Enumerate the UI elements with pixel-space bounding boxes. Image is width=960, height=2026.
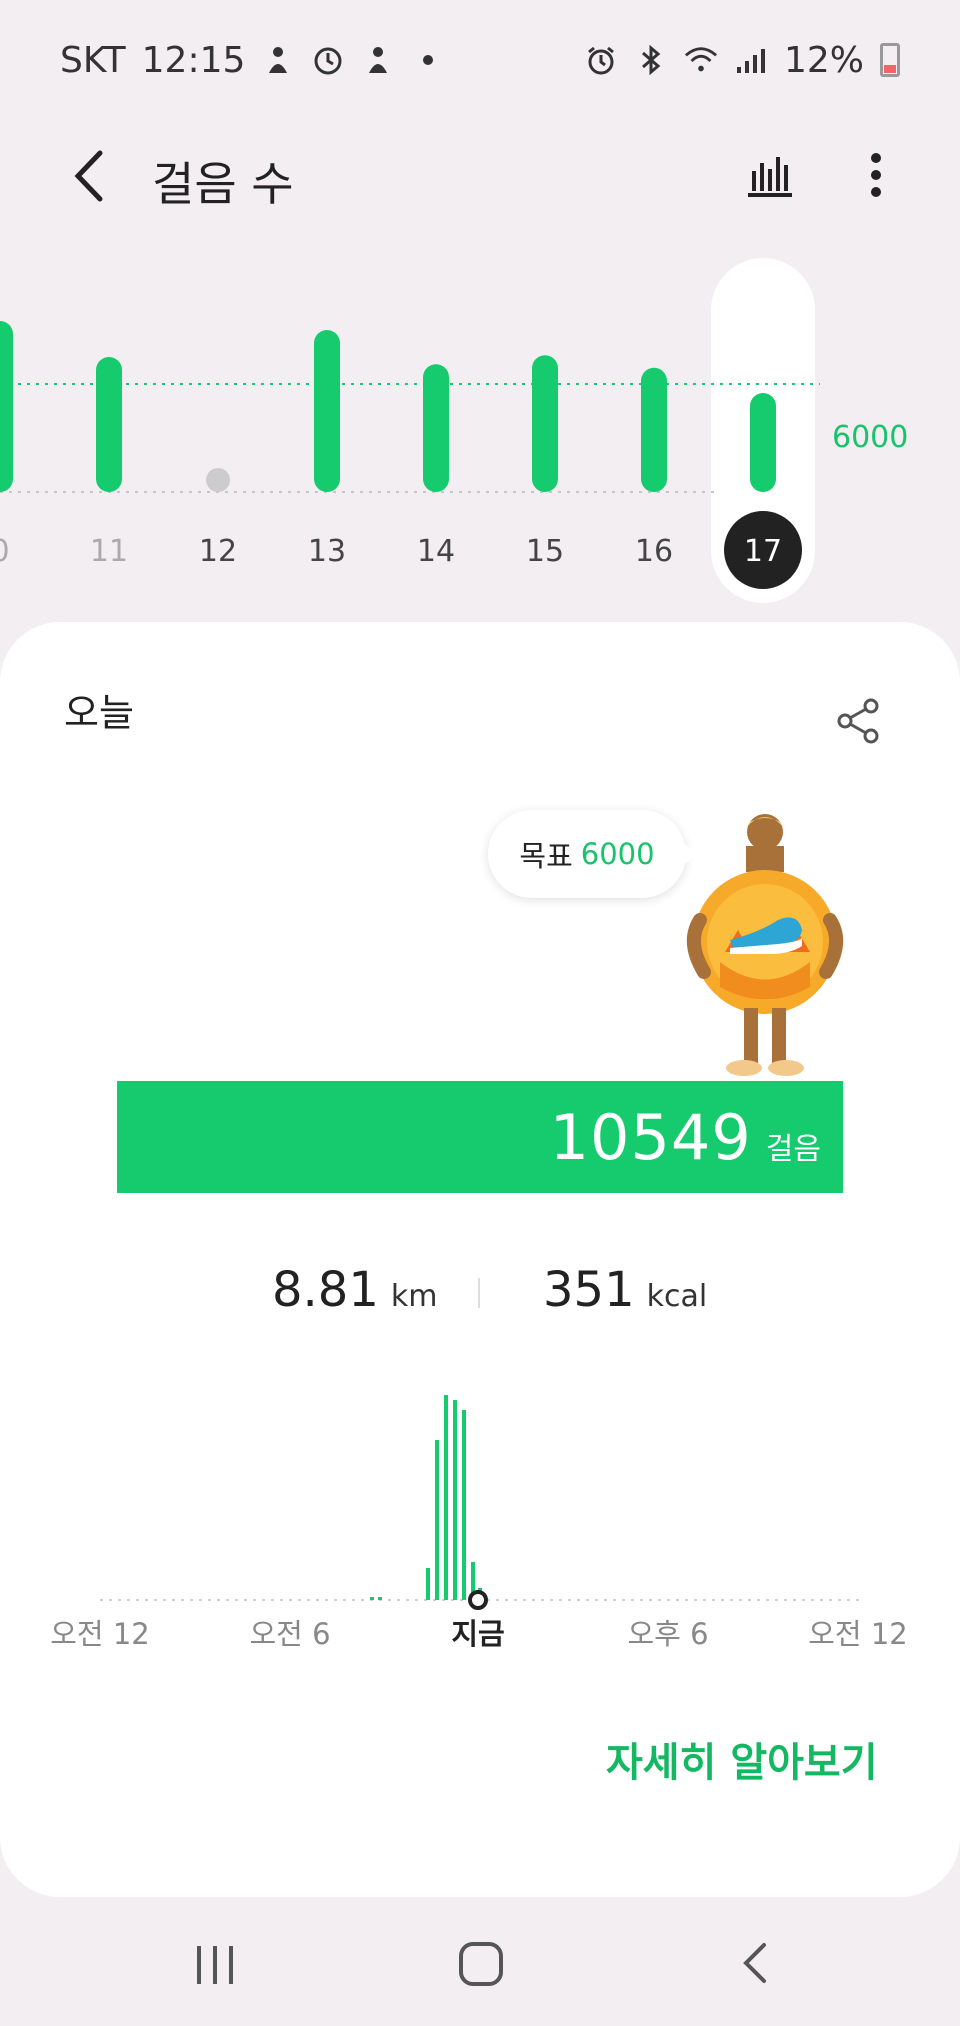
trends-button[interactable] (740, 145, 800, 205)
day-label[interactable]: 11 (90, 534, 128, 569)
chevron-left-icon (74, 150, 103, 202)
battery-icon (880, 43, 900, 77)
hourly-axis-label: 오전 12 (50, 1617, 149, 1651)
day-bar[interactable] (532, 355, 558, 492)
wifi-icon (684, 43, 718, 77)
hourly-bar (435, 1440, 439, 1600)
hourly-bar (370, 1597, 374, 1600)
activity-icon (261, 43, 295, 77)
day-label[interactable]: 16 (635, 534, 673, 569)
more-vertical-icon (871, 153, 881, 197)
nav-back-button[interactable] (730, 1938, 780, 1988)
timer-icon (311, 43, 345, 77)
day-bar[interactable] (750, 393, 776, 492)
hourly-bar (453, 1400, 457, 1600)
share-icon (837, 698, 879, 744)
day-label[interactable]: 17 (744, 534, 782, 569)
hourly-chart-svg: 오전 12 오전 6 지금 오후 6 오전 12 (50, 1395, 908, 1651)
day-label[interactable]: 12 (199, 534, 237, 569)
steps-count: 10549 (549, 1100, 752, 1174)
day-label[interactable]: 15 (526, 534, 564, 569)
goal-bubble-label: 목표 (519, 839, 573, 873)
hourly-bar (378, 1597, 382, 1600)
carrier-label: SKT (60, 39, 126, 81)
today-card: 오늘 목표 6000 10549 걸음 8.81 km 351 kcal 오전 … (0, 622, 960, 1897)
daily-steps-chart[interactable]: 0 11 12 13 14 15 16 17 6000 (0, 240, 960, 610)
calories-unit: kcal (646, 1279, 708, 1314)
bluetooth-icon (634, 43, 668, 77)
distance-unit: km (390, 1279, 438, 1314)
time-label: 12:15 (141, 39, 246, 81)
day-bar[interactable] (423, 364, 449, 492)
steps-progress-bar: 10549 걸음 (117, 1081, 843, 1193)
day-label[interactable]: 14 (417, 534, 455, 569)
share-button[interactable] (830, 692, 888, 750)
app-header: 걸음 수 (0, 120, 960, 230)
hourly-axis-label: 오전 12 (808, 1617, 907, 1651)
status-right: 12% (584, 40, 900, 81)
hourly-bar (462, 1410, 466, 1600)
recent-apps-icon (197, 1946, 233, 1984)
day-bar[interactable] (96, 357, 122, 492)
stats-row: 8.81 km 351 kcal (0, 1262, 960, 1342)
recent-apps-button[interactable] (190, 1940, 240, 1990)
distance-value: 8.81 (272, 1262, 379, 1318)
home-button[interactable] (455, 1938, 507, 1990)
notification-dot-icon (411, 43, 445, 77)
learn-more-link[interactable]: 자세히 알아보기 (606, 1730, 878, 1788)
day-bar[interactable] (641, 367, 667, 492)
calories-value: 351 (543, 1262, 635, 1318)
hourly-axis-label: 오전 6 (249, 1617, 330, 1651)
nav-back-icon (743, 1943, 766, 1983)
status-left: SKT 12:15 (60, 40, 445, 81)
activity-icon-2 (361, 43, 395, 77)
daily-chart-svg: 0 11 12 13 14 15 16 17 (0, 258, 820, 603)
hourly-axis-label: 지금 (451, 1617, 504, 1651)
day-bar[interactable] (206, 468, 230, 492)
hourly-axis-label: 오후 6 (627, 1617, 708, 1651)
status-bar: SKT 12:15 12% (0, 0, 960, 120)
bar-chart-icon (748, 157, 792, 197)
page-title: 걸음 수 (152, 157, 294, 211)
goal-bubble-value: 6000 (580, 837, 655, 871)
signal-icon (734, 43, 768, 77)
today-label: 오늘 (64, 691, 134, 735)
stat-divider (478, 1278, 480, 1308)
battery-percent: 12% (783, 39, 864, 81)
home-icon (459, 1942, 503, 1986)
day-label[interactable]: 13 (308, 534, 346, 569)
day-label[interactable]: 0 (0, 534, 10, 569)
more-options-button[interactable] (846, 145, 906, 205)
hourly-bar (444, 1395, 448, 1600)
calories-stat: 351 kcal (543, 1262, 707, 1318)
distance-stat: 8.81 km (272, 1262, 437, 1318)
hourly-bar (426, 1568, 430, 1600)
goal-bubble: 목표 6000 (488, 810, 700, 898)
goal-line-label: 6000 (832, 420, 909, 455)
day-bar[interactable] (0, 321, 13, 492)
alarm-icon (584, 43, 618, 77)
steps-unit: 걸음 (765, 1132, 821, 1167)
day-bar[interactable] (314, 330, 340, 492)
now-marker (468, 1590, 488, 1610)
back-button[interactable] (60, 146, 120, 206)
hourly-steps-chart: 오전 12 오전 6 지금 오후 6 오전 12 (0, 1382, 960, 1682)
mascot-illustration (687, 814, 843, 1076)
system-nav-bar (0, 1900, 960, 2026)
